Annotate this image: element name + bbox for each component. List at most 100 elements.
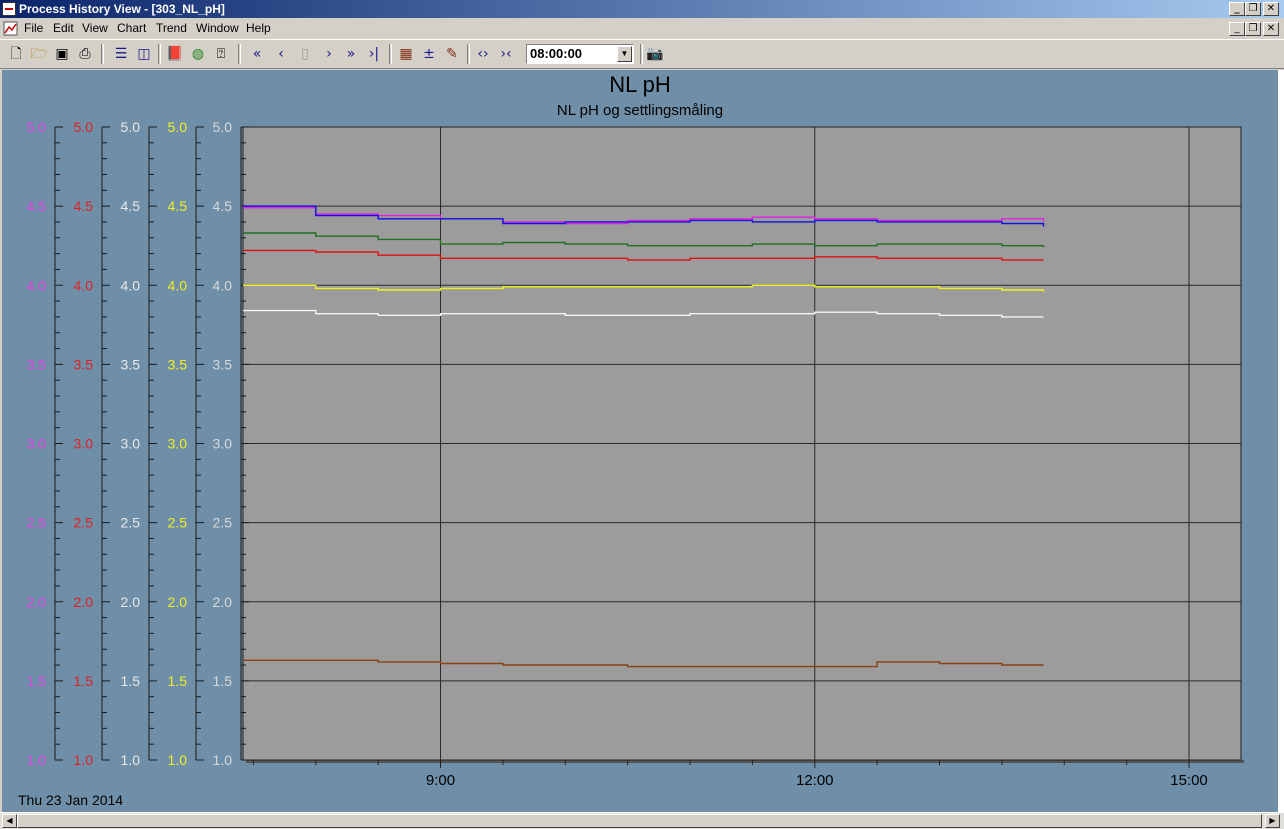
zoom-out-icon[interactable]: ‹› <box>473 44 493 64</box>
new-file-icon[interactable]: 🗋 <box>6 44 26 64</box>
toolbar-separator <box>158 44 161 64</box>
y-tick-label: 1.5 <box>27 673 47 689</box>
first-page-icon[interactable]: « <box>247 44 267 64</box>
y-tick-label: 2.0 <box>168 594 188 610</box>
context-help-icon[interactable]: ⍰ <box>211 44 231 64</box>
minimize-button[interactable]: _ <box>1229 2 1245 16</box>
y-tick-label: 2.5 <box>213 515 233 531</box>
toolbar-separator <box>101 44 104 64</box>
y-tick-label: 1.0 <box>27 752 47 768</box>
mdi-close-button[interactable]: ✕ <box>1263 22 1279 36</box>
chart-title: NL pH <box>609 72 671 97</box>
y-tick-label: 4.0 <box>168 277 188 293</box>
window-titlebar: Process History View - [303_NL_pH] _ ❐ ✕ <box>0 0 1284 18</box>
menu-chart[interactable]: Chart <box>117 21 146 35</box>
mdi-restore-button[interactable]: ❐ <box>1245 22 1261 36</box>
y-tick-label: 3.0 <box>121 436 141 452</box>
y-tick-label: 1.5 <box>213 673 233 689</box>
y-tick-label: 3.5 <box>121 356 141 372</box>
menu-trend[interactable]: Trend <box>156 21 187 35</box>
split-horizontal-icon[interactable]: ☰ <box>111 44 131 64</box>
menu-help[interactable]: Help <box>246 21 271 35</box>
y-tick-label: 2.5 <box>121 515 141 531</box>
y-tick-label: 4.0 <box>213 277 233 293</box>
y-tick-label: 1.0 <box>168 752 188 768</box>
globe-icon[interactable]: ◍ <box>188 44 208 64</box>
y-tick-label: 4.0 <box>27 277 47 293</box>
x-tick-label: 9:00 <box>426 772 455 789</box>
time-span-value: 08:00:00 <box>530 46 583 61</box>
camera-icon[interactable]: 📷 <box>645 44 665 64</box>
chart-doc-icon[interactable] <box>3 21 18 36</box>
app-icon <box>2 2 16 16</box>
y-tick-label: 3.0 <box>74 436 94 452</box>
toolbar: 🗋 🗁 ▣ ⎙ ☰ ◫ 📕 ◍ ⍰ « ‹ ▯ › » ›| ▦ ± ✎ ‹› … <box>0 39 1284 69</box>
y-tick-label: 2.5 <box>27 515 47 531</box>
y-tick-label: 3.5 <box>213 356 233 372</box>
chart-settings-icon[interactable]: ▦ <box>396 44 416 64</box>
time-span-select[interactable]: 08:00:00 ▼ <box>526 44 634 64</box>
y-tick-label: 4.5 <box>213 198 233 214</box>
y-tick-label: 2.0 <box>121 594 141 610</box>
y-tick-label: 1.5 <box>121 673 141 689</box>
book-icon[interactable]: 📕 <box>165 44 185 64</box>
y-tick-label: 2.0 <box>213 594 233 610</box>
y-tick-label: 3.0 <box>213 436 233 452</box>
scroll-right-icon[interactable]: ▶ <box>1265 814 1280 828</box>
y-tick-label: 2.0 <box>74 594 94 610</box>
scroll-thumb[interactable] <box>17 814 1262 828</box>
open-folder-icon[interactable]: 🗁 <box>29 44 49 64</box>
zoom-in-icon[interactable]: ›‹ <box>496 44 516 64</box>
trend-chart[interactable]: 1.0 1.5 2.0 2.5 3.0 3.5 4.0 4.5 5.0 1.0 1.5 2.0 2.5 3… <box>2 70 1278 812</box>
y-tick-label: 5.0 <box>27 119 47 135</box>
y-tick-label: 1.0 <box>74 752 94 768</box>
toolbar-separator <box>238 44 241 64</box>
restore-button[interactable]: ❐ <box>1245 2 1261 16</box>
y-tick-label: 3.0 <box>27 436 47 452</box>
add-pen-icon[interactable]: ± <box>419 44 439 64</box>
y-tick-label: 5.0 <box>74 119 94 135</box>
toolbar-separator <box>467 44 470 64</box>
toolbar-separator <box>640 44 643 64</box>
menu-view[interactable]: View <box>82 21 108 35</box>
y-tick-label: 2.0 <box>27 594 47 610</box>
menu-edit[interactable]: Edit <box>53 21 74 35</box>
edit-trend-icon[interactable]: ✎ <box>442 44 462 64</box>
window-title: Process History View - [303_NL_pH] <box>19 2 225 16</box>
y-tick-label: 4.5 <box>168 198 188 214</box>
print-icon[interactable]: ⎙ <box>75 44 95 64</box>
y-tick-label: 4.0 <box>121 277 141 293</box>
save-icon[interactable]: ▣ <box>52 44 72 64</box>
mdi-minimize-button[interactable]: _ <box>1229 22 1245 36</box>
y-tick-label: 3.5 <box>74 356 94 372</box>
y-tick-label: 3.5 <box>27 356 47 372</box>
split-vertical-icon[interactable]: ◫ <box>134 44 154 64</box>
y-tick-label: 5.0 <box>121 119 141 135</box>
close-button[interactable]: ✕ <box>1263 2 1279 16</box>
pause-icon[interactable]: ▯ <box>295 44 315 64</box>
previous-icon[interactable]: ‹ <box>271 44 291 64</box>
chart-area: 1.0 1.5 2.0 2.5 3.0 3.5 4.0 4.5 5.0 1.0 1.5 2.0 2.5 3… <box>2 70 1278 812</box>
y-tick-label: 4.5 <box>74 198 94 214</box>
y-tick-label: 3.0 <box>168 436 188 452</box>
last-page-icon[interactable]: ›| <box>364 44 384 64</box>
y-tick-label: 2.5 <box>74 515 94 531</box>
y-tick-label: 1.0 <box>121 752 141 768</box>
menu-bar: File Edit View Chart Trend Window Help _… <box>0 19 1284 38</box>
x-tick-label: 12:00 <box>796 772 834 789</box>
y-tick-label: 4.0 <box>74 277 94 293</box>
y-tick-label: 1.0 <box>213 752 233 768</box>
y-tick-label: 4.5 <box>121 198 141 214</box>
y-tick-label: 5.0 <box>168 119 188 135</box>
toolbar-separator <box>389 44 392 64</box>
next-page-icon[interactable]: » <box>341 44 361 64</box>
y-tick-label: 3.5 <box>168 356 188 372</box>
horizontal-scrollbar[interactable]: ◀ ▶ <box>0 812 1284 829</box>
chevron-down-icon[interactable]: ▼ <box>617 46 632 62</box>
next-icon[interactable]: › <box>319 44 339 64</box>
menu-window[interactable]: Window <box>196 21 239 35</box>
chart-subtitle: NL pH og settlingsmåling <box>557 102 723 119</box>
menu-file[interactable]: File <box>24 21 43 35</box>
window-edge <box>1278 70 1284 812</box>
scroll-left-icon[interactable]: ◀ <box>2 814 17 828</box>
